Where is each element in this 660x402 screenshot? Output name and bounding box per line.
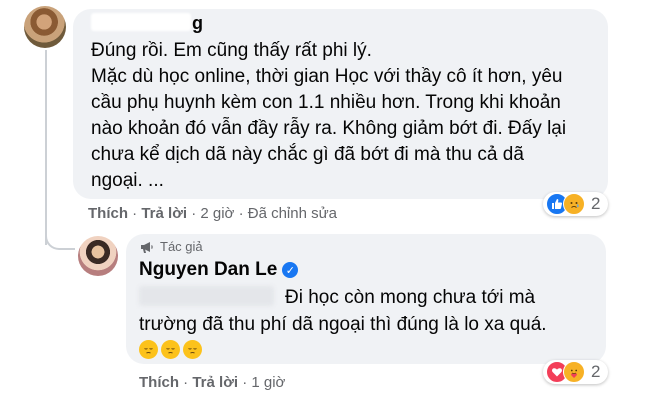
- timestamp[interactable]: 2 giờ: [200, 205, 234, 222]
- verified-icon: ✓: [282, 262, 299, 278]
- comment-actions: Thích · Trả lời · 2 giờ · Đã chỉnh sửa: [88, 205, 337, 222]
- reaction-summary[interactable]: 2: [543, 192, 608, 216]
- reaction-count: 2: [591, 362, 601, 381]
- avatar[interactable]: [78, 236, 118, 276]
- reply-author: Nguyen Dan Le ✓: [139, 259, 299, 281]
- reply-line: trường đã thu phí dã ngoại thì đúng là l…: [139, 314, 547, 335]
- care-icon: [563, 361, 585, 383]
- author-name-redacted[interactable]: [91, 13, 191, 31]
- like-link[interactable]: Thích: [88, 205, 128, 222]
- reply-text: Đi học còn mong chưa tới mà trường đã th…: [139, 284, 599, 338]
- pensive-face-icon: [161, 340, 180, 359]
- edited-label[interactable]: Đã chỉnh sửa: [248, 205, 337, 222]
- reply-line: Đi học còn mong chưa tới mà: [285, 287, 536, 308]
- avatar[interactable]: [24, 6, 66, 48]
- reply-link[interactable]: Trả lời: [192, 374, 238, 391]
- author-name[interactable]: Nguyen Dan Le: [139, 259, 277, 281]
- megaphone-icon: [139, 240, 155, 254]
- sad-icon: [563, 193, 585, 215]
- thread-line: [45, 50, 47, 245]
- author-name-fragment[interactable]: g: [192, 13, 203, 34]
- timestamp[interactable]: 1 giờ: [251, 374, 285, 391]
- pensive-face-icon: [183, 340, 202, 359]
- separator: ·: [238, 205, 244, 222]
- comment-line: Mặc dù học online, thời gian Học với thầ…: [91, 66, 563, 87]
- comment-line: nào khoản đó vẫn đầy rẫy ra. Không giảm …: [91, 118, 567, 139]
- separator: ·: [132, 205, 138, 222]
- like-link[interactable]: Thích: [139, 374, 179, 391]
- comment-line: ngoại. ...: [91, 170, 164, 191]
- thread-connector: [45, 220, 75, 250]
- reaction-count: 2: [591, 194, 601, 213]
- comment-line: Đúng rồi. Em cũng thấy rất phi lý.: [91, 40, 372, 61]
- author-badge-label: Tác giả: [160, 239, 203, 254]
- author-badge: Tác giả: [139, 239, 203, 254]
- pensive-face-icon: [139, 340, 158, 359]
- reply-actions: Thích · Trả lời · 1 giờ: [139, 374, 285, 391]
- comment-line: chưa kể dịch dã này chắc gì đã bớt đi mà…: [91, 144, 524, 165]
- emoji-row: [139, 340, 202, 359]
- comment-text: Đúng rồi. Em cũng thấy rất phi lý. Mặc d…: [91, 38, 606, 194]
- comment-line: cầu phụ huynh kèm con 1.1 nhiều hơn. Tro…: [91, 92, 561, 113]
- reply-link[interactable]: Trả lời: [141, 205, 187, 222]
- reaction-summary[interactable]: 2: [543, 360, 608, 384]
- separator: ·: [242, 374, 248, 391]
- separator: ·: [183, 374, 189, 391]
- separator: ·: [191, 205, 197, 222]
